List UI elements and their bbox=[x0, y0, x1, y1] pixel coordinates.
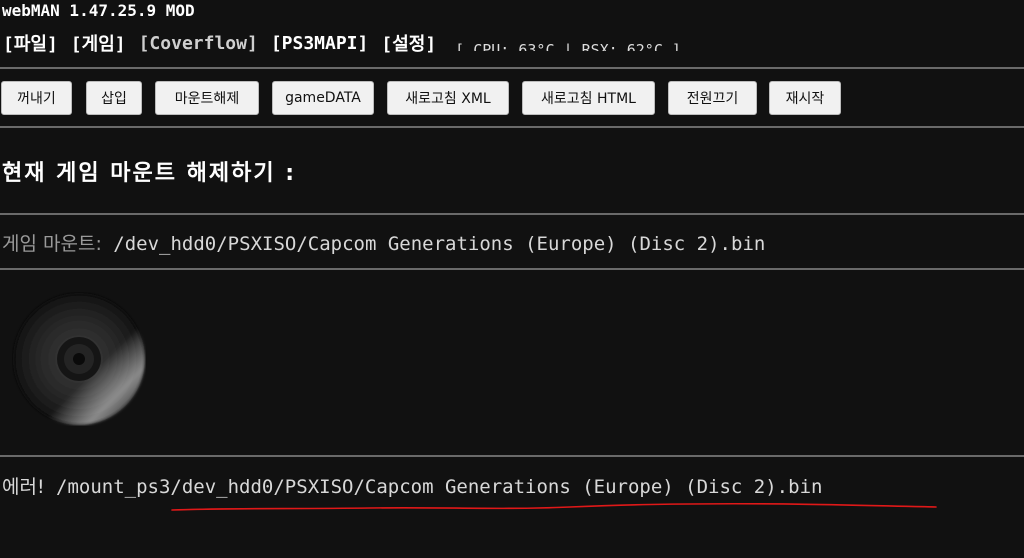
divider bbox=[0, 126, 1024, 128]
temperature-status: [ CPU: 63°C | RSX: 62°C ] bbox=[455, 41, 681, 51]
restart-button[interactable]: 재시작 bbox=[769, 81, 841, 115]
eject-button[interactable]: 꺼내기 bbox=[1, 81, 72, 115]
app-title: webMAN 1.47.25.9 MOD bbox=[2, 1, 195, 20]
mounted-game-label: 게임 마운트: bbox=[2, 233, 102, 255]
menu-games[interactable]: [게임] bbox=[71, 30, 126, 56]
gamedata-button[interactable]: gameDATA bbox=[272, 81, 374, 115]
mounted-game-line: 게임 마운트: /dev_hdd0/PSXISO/Capcom Generati… bbox=[2, 231, 765, 257]
error-line: 에러! /mount_ps3/dev_hdd0/PSXISO/Capcom Ge… bbox=[2, 474, 822, 500]
cd-disc-icon[interactable] bbox=[12, 292, 146, 426]
error-path: /mount_ps3/dev_hdd0/PSXISO/Capcom Genera… bbox=[56, 476, 823, 498]
error-label: 에러! bbox=[2, 476, 45, 498]
unmount-button[interactable]: 마운트해제 bbox=[155, 81, 259, 115]
webman-page: webMAN 1.47.25.9 MOD [파일] [게임] [Coverflo… bbox=[0, 0, 1024, 558]
refresh-html-button[interactable]: 새로고침 HTML bbox=[522, 81, 655, 115]
red-underline-annotation bbox=[171, 502, 937, 511]
mounted-game-path[interactable]: /dev_hdd0/PSXISO/Capcom Generations (Eur… bbox=[113, 233, 765, 255]
insert-button[interactable]: 삽입 bbox=[86, 81, 142, 115]
divider bbox=[0, 268, 1024, 270]
toolbar: 꺼내기 삽입 마운트해제 gameDATA 새로고침 XML 새로고침 HTML… bbox=[0, 80, 841, 116]
divider bbox=[0, 455, 1024, 457]
divider bbox=[0, 67, 1024, 69]
menu-ps3mapi[interactable]: [PS3MAPI] bbox=[271, 33, 369, 54]
shutdown-button[interactable]: 전원끄기 bbox=[668, 81, 757, 115]
top-menu: [파일] [게임] [Coverflow] [PS3MAPI] [설정] [ C… bbox=[3, 29, 681, 57]
refresh-xml-button[interactable]: 새로고침 XML bbox=[387, 81, 509, 115]
menu-settings[interactable]: [설정] bbox=[381, 30, 436, 56]
menu-coverflow[interactable]: [Coverflow] bbox=[139, 33, 258, 54]
divider bbox=[0, 213, 1024, 215]
page-heading: 현재 게임 마운트 해제하기 : bbox=[2, 161, 297, 186]
menu-files[interactable]: [파일] bbox=[3, 30, 58, 56]
